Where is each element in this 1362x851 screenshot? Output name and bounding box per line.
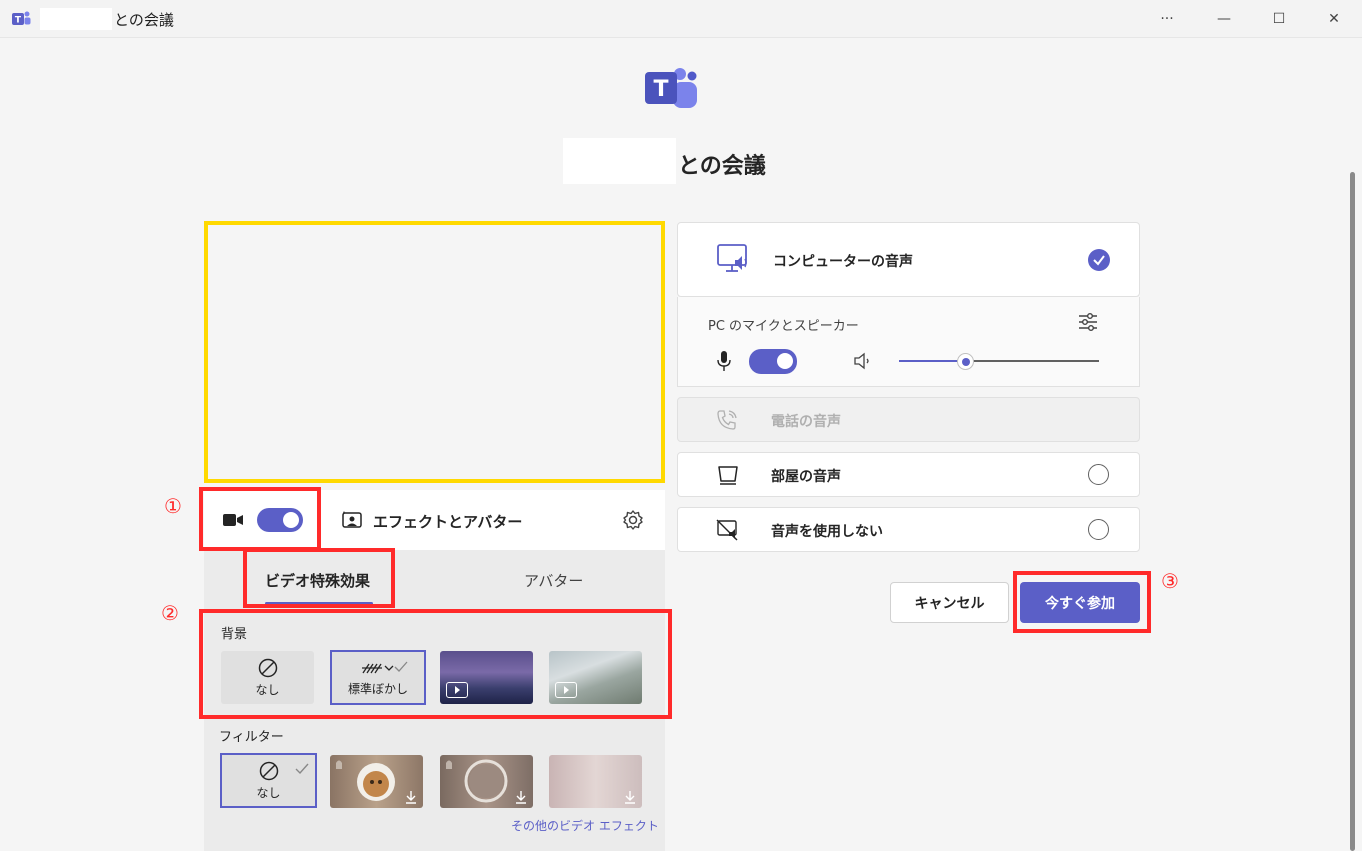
computer-audio-label: コンピューターの音声	[773, 254, 913, 270]
filter-section-label: フィルター	[219, 730, 284, 745]
annotation-number-3: ③	[1161, 569, 1179, 593]
annotation-box-video-effects-tab	[243, 548, 395, 608]
room-audio-option[interactable]	[677, 452, 1140, 497]
phone-audio-label: 電話の音声	[771, 414, 841, 430]
svg-text:T: T	[15, 16, 22, 26]
tile-label: なし	[256, 786, 281, 800]
checkmark-icon	[1088, 249, 1110, 271]
teams-logo-icon: T	[645, 68, 697, 108]
annotation-number-2: ②	[161, 601, 179, 625]
sliders-icon[interactable]	[1077, 311, 1099, 333]
meeting-title: との会議	[678, 154, 766, 179]
scrollbar[interactable]	[1350, 172, 1355, 851]
effects-and-avatars-button[interactable]: エフェクトとアバター	[373, 511, 522, 532]
more-video-effects-link[interactable]: その他のビデオ エフェクト	[511, 817, 659, 834]
room-audio-label: 部屋の音声	[771, 469, 841, 485]
computer-audio-icon	[717, 244, 747, 272]
volume-slider-thumb[interactable]	[957, 353, 974, 370]
filter-none-tile[interactable]: なし	[220, 753, 317, 808]
download-icon	[516, 791, 526, 804]
filter-tile-1[interactable]	[330, 755, 423, 808]
room-device-icon	[718, 466, 738, 485]
maximize-button[interactable]: ☐	[1251, 0, 1307, 38]
no-audio-option[interactable]	[677, 507, 1140, 552]
window-title: との会議	[114, 11, 174, 29]
no-audio-label: 音声を使用しない	[771, 524, 883, 540]
meeting-redacted-name	[563, 138, 676, 184]
pc-mic-speaker-label: PC のマイクとスピーカー	[708, 319, 859, 334]
microphone-toggle[interactable]	[749, 349, 797, 374]
teams-app-icon: T	[12, 11, 31, 26]
minimize-button[interactable]: —	[1196, 0, 1252, 38]
no-audio-radio[interactable]	[1088, 519, 1109, 540]
close-button[interactable]: ✕	[1306, 0, 1362, 38]
effects-icon	[342, 511, 362, 528]
no-audio-icon	[716, 519, 738, 541]
download-icon	[406, 791, 416, 804]
tab-avatars[interactable]: アバター	[524, 570, 583, 591]
phone-audio-option	[677, 397, 1140, 442]
microphone-icon	[717, 351, 731, 371]
annotation-number-1: ①	[164, 494, 182, 518]
none-icon	[259, 761, 309, 781]
phone-icon	[717, 410, 737, 430]
title-redacted-name	[40, 8, 112, 30]
annotation-box-join	[1013, 571, 1151, 633]
video-preview	[204, 221, 665, 483]
room-audio-radio[interactable]	[1088, 464, 1109, 485]
annotation-box-backgrounds	[199, 609, 672, 719]
gear-icon[interactable]	[622, 509, 644, 531]
more-options-button[interactable]: ···	[1139, 0, 1195, 38]
download-icon	[625, 791, 635, 804]
speaker-icon	[854, 352, 869, 370]
svg-text:T: T	[653, 77, 668, 102]
filter-tile-3[interactable]	[549, 755, 642, 808]
volume-slider-fill	[899, 360, 966, 362]
annotation-box-camera	[199, 487, 321, 551]
filter-tile-2[interactable]	[440, 755, 533, 808]
pc-audio-settings-panel	[677, 297, 1140, 387]
cancel-button[interactable]: キャンセル	[890, 582, 1009, 623]
